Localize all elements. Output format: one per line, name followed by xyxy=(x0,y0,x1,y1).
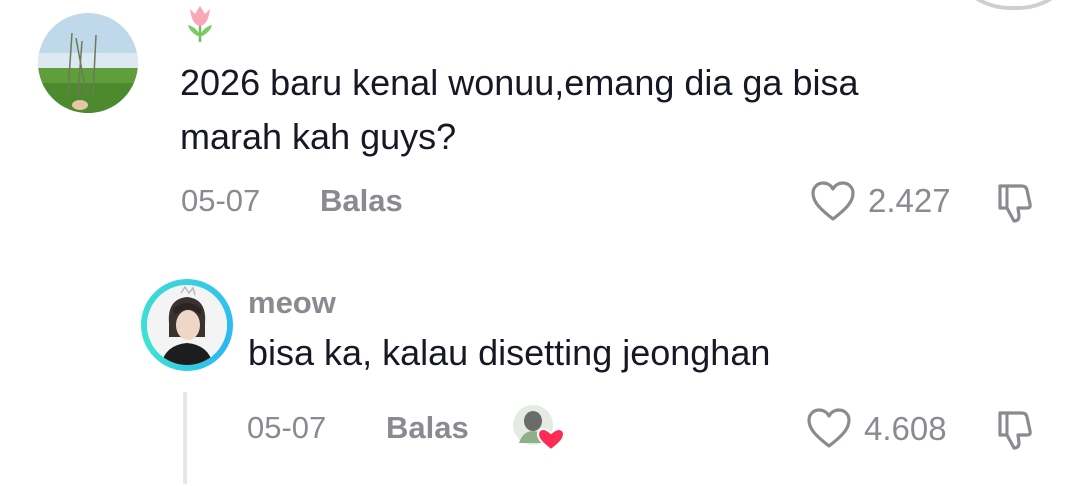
reply-username[interactable]: meow xyxy=(248,285,336,321)
reply-like-heart-icon[interactable] xyxy=(806,407,852,449)
scroll-overlay-arc xyxy=(945,0,1080,10)
reply-date: 05-07 xyxy=(247,410,327,445)
like-heart-icon[interactable] xyxy=(810,180,856,222)
thread-line xyxy=(183,392,187,484)
reply-button[interactable]: Balas xyxy=(320,183,403,219)
like-count: 2.427 xyxy=(868,182,951,219)
reply-text: bisa ka, kalau disetting jeonghan xyxy=(248,332,771,373)
creator-liked-heart-avatar xyxy=(513,405,566,451)
portrait-avatar-image xyxy=(147,285,227,365)
commenter-avatar[interactable] xyxy=(38,13,138,113)
dislike-icon[interactable] xyxy=(994,180,1038,224)
reply-dislike-icon[interactable] xyxy=(994,407,1038,451)
reply-like-count: 4.608 xyxy=(864,410,947,447)
comment-text: 2026 baru kenal wonuu,emang dia ga bisa … xyxy=(180,62,859,157)
reply-avatar[interactable] xyxy=(141,279,233,371)
grass-field-avatar-image xyxy=(38,13,138,113)
reply-reply-button[interactable]: Balas xyxy=(386,410,469,446)
comment-date: 05-07 xyxy=(181,183,261,218)
tulip-icon xyxy=(188,6,212,42)
portrait-avatar xyxy=(147,285,227,365)
